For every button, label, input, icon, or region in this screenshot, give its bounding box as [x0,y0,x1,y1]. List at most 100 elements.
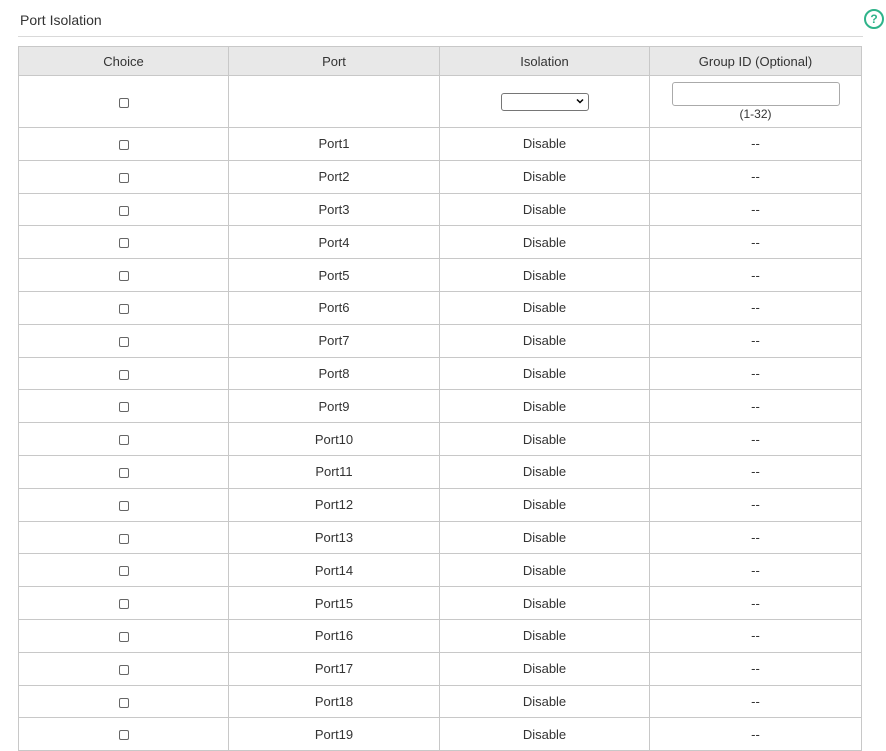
title-divider [18,36,863,37]
group-id-cell: -- [649,553,862,588]
isolation-status-cell: Disable [439,684,650,719]
row-checkbox[interactable] [118,336,129,347]
port-name-cell: Port9 [228,389,440,424]
row-choice-cell [18,717,229,751]
row-checkbox[interactable] [118,599,129,610]
row-choice-cell [18,651,229,686]
isolation-status-cell: Disable [439,192,650,227]
group-id-input[interactable] [671,82,840,106]
row-checkbox[interactable] [118,500,129,511]
isolation-status-cell: Disable [439,586,650,620]
port-name-cell: Port11 [228,454,440,489]
table-row: Port19 Disable -- [18,717,862,751]
row-checkbox[interactable] [118,664,129,675]
isolation-status-cell: Disable [439,389,650,424]
chevron-down-icon [575,98,584,104]
column-header-choice: Choice [18,46,229,76]
group-id-cell: -- [649,487,862,522]
table-row: Port3 Disable -- [18,192,862,227]
port-name-cell: Port13 [228,520,440,555]
table-row: Port7 Disable -- [18,323,862,358]
table-row: Port5 Disable -- [18,258,862,292]
isolation-status-cell: Disable [439,323,650,358]
isolation-status-cell: Disable [439,258,650,292]
group-id-range-hint: (1-32) [739,107,772,121]
isolation-status-cell: Disable [439,356,650,391]
row-checkbox[interactable] [118,697,129,708]
table-row: Port10 Disable -- [18,422,862,456]
group-id-cell: -- [649,684,862,719]
row-choice-cell [18,159,229,194]
table-row: Port15 Disable -- [18,586,862,620]
group-id-cell: -- [649,127,862,161]
table-row: Port11 Disable -- [18,454,862,489]
row-choice-cell [18,290,229,325]
row-checkbox[interactable] [118,467,129,478]
filter-group-id-cell: (1-32) [649,75,862,128]
row-checkbox[interactable] [118,172,129,183]
filter-port-cell [228,75,440,128]
row-checkbox[interactable] [118,631,129,642]
isolation-status-cell: Disable [439,290,650,325]
table-row: Port8 Disable -- [18,356,862,391]
isolation-status-cell: Disable [439,651,650,686]
group-id-cell: -- [649,586,862,620]
row-checkbox[interactable] [118,566,129,577]
row-checkbox[interactable] [118,402,129,413]
table-row: Port9 Disable -- [18,389,862,424]
group-id-cell: -- [649,520,862,555]
column-header-port: Port [228,46,440,76]
row-choice-cell [18,225,229,260]
group-id-cell: -- [649,159,862,194]
isolation-status-cell: Disable [439,422,650,456]
column-header-isolation: Isolation [439,46,650,76]
isolation-status-cell: Disable [439,127,650,161]
filter-isolation-cell [439,75,650,128]
help-icon[interactable]: ? [864,9,884,29]
port-name-cell: Port4 [228,225,440,260]
isolation-status-cell: Disable [439,717,650,751]
group-id-cell: -- [649,290,862,325]
select-all-checkbox[interactable] [118,97,129,108]
isolation-status-cell: Disable [439,159,650,194]
group-id-cell: -- [649,389,862,424]
port-name-cell: Port3 [228,192,440,227]
isolation-status-cell: Disable [439,454,650,489]
filter-row: (1-32) [18,75,862,128]
table-row: Port1 Disable -- [18,127,862,161]
row-choice-cell [18,192,229,227]
isolation-status-cell: Disable [439,487,650,522]
row-choice-cell [18,553,229,588]
group-id-cell: -- [649,258,862,292]
group-id-cell: -- [649,618,862,653]
row-choice-cell [18,487,229,522]
port-name-cell: Port18 [228,684,440,719]
port-name-cell: Port17 [228,651,440,686]
table-row: Port18 Disable -- [18,684,862,719]
port-name-cell: Port14 [228,553,440,588]
row-checkbox[interactable] [118,730,129,741]
isolation-select[interactable] [500,92,589,111]
row-choice-cell [18,454,229,489]
row-checkbox[interactable] [118,303,129,314]
row-checkbox[interactable] [118,271,129,282]
row-checkbox[interactable] [118,533,129,544]
group-id-cell: -- [649,651,862,686]
isolation-status-cell: Disable [439,618,650,653]
table-row: Port2 Disable -- [18,159,862,194]
row-checkbox[interactable] [118,238,129,249]
table-row: Port16 Disable -- [18,618,862,653]
isolation-status-cell: Disable [439,553,650,588]
table-row: Port13 Disable -- [18,520,862,555]
row-checkbox[interactable] [118,435,129,446]
row-checkbox[interactable] [118,205,129,216]
row-choice-cell [18,323,229,358]
row-checkbox[interactable] [118,139,129,150]
isolation-status-cell: Disable [439,520,650,555]
table-header-row: Choice Port Isolation Group ID (Optional… [18,46,862,76]
row-choice-cell [18,389,229,424]
port-name-cell: Port8 [228,356,440,391]
row-choice-cell [18,127,229,161]
row-checkbox[interactable] [118,369,129,380]
table-row: Port14 Disable -- [18,553,862,588]
